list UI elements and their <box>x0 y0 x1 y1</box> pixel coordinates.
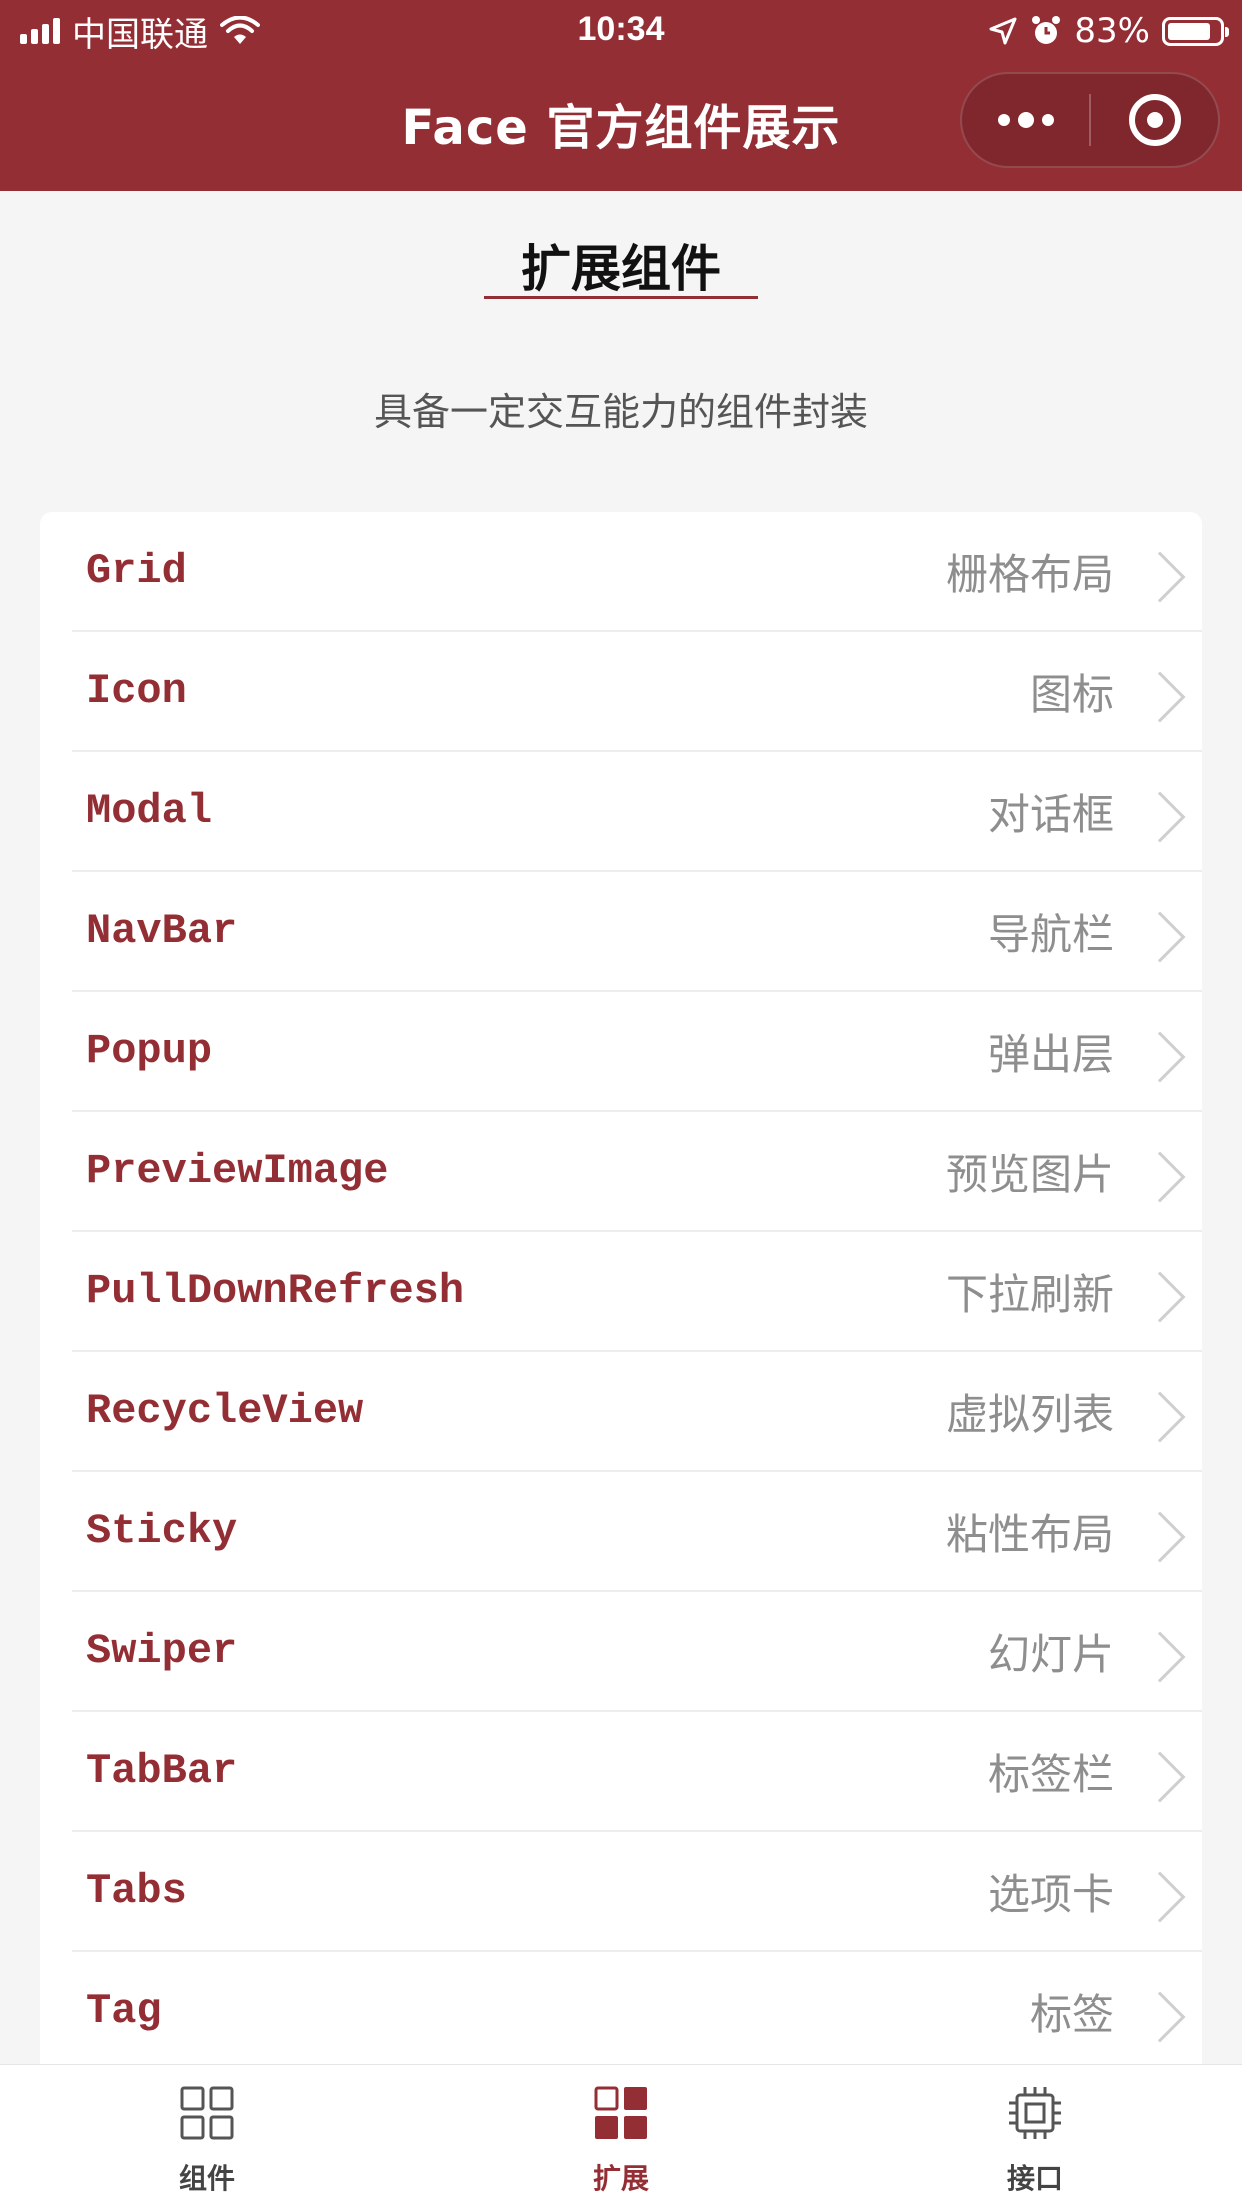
list-item-name: Sticky <box>86 1507 238 1555</box>
list-item-desc: 幻灯片 <box>987 1629 1114 1679</box>
list-item-desc: 预览图片 <box>945 1149 1114 1199</box>
chevron-right-icon <box>1134 1631 1186 1683</box>
list-item-desc: 图标 <box>1029 669 1114 719</box>
list-item-sticky[interactable]: Sticky 粘性布局 <box>72 1472 1202 1592</box>
list-item-previewimage[interactable]: PreviewImage 预览图片 <box>72 1112 1202 1232</box>
more-dots-icon <box>997 112 1054 128</box>
list-item-desc: 标签 <box>1029 1989 1114 2039</box>
tab-components[interactable]: 组件 <box>0 2065 414 2208</box>
list-item-desc: 导航栏 <box>987 909 1114 959</box>
list-item-recycleview[interactable]: RecycleView 虚拟列表 <box>72 1352 1202 1472</box>
list-item-right: 弹出层 <box>987 1021 1202 1083</box>
list-item-desc: 标签栏 <box>987 1749 1114 1799</box>
list-item-name: Tag <box>86 1987 162 2035</box>
grid-filled-icon <box>591 2083 651 2147</box>
chevron-right-icon <box>1134 1751 1186 1803</box>
list-item-right: 幻灯片 <box>987 1621 1202 1683</box>
list-item-right: 标签 <box>1029 1981 1202 2043</box>
section-underline <box>484 296 758 299</box>
chevron-right-icon <box>1134 1271 1186 1323</box>
target-icon <box>1128 94 1181 146</box>
list-item-grid[interactable]: Grid 栅格布局 <box>72 512 1202 632</box>
chevron-right-icon <box>1134 791 1186 843</box>
tab-label: 扩展 <box>592 2162 649 2195</box>
list-item-name: Grid <box>86 547 187 595</box>
chevron-right-icon <box>1134 551 1186 603</box>
list-item-desc: 弹出层 <box>987 1029 1114 1079</box>
list-item-pulldownrefresh[interactable]: PullDownRefresh 下拉刷新 <box>72 1232 1202 1352</box>
tab-label: 接口 <box>1006 2162 1063 2195</box>
list-item-desc: 下拉刷新 <box>945 1269 1114 1319</box>
list-item-right: 选项卡 <box>987 1861 1202 1923</box>
tab-bar: 组件 扩展 接口 <box>0 2064 1242 2208</box>
more-button[interactable] <box>962 74 1089 166</box>
chevron-right-icon <box>1134 911 1186 963</box>
list-item-name: RecycleView <box>86 1387 364 1435</box>
chevron-right-icon <box>1134 1151 1186 1203</box>
list-item-right: 粘性布局 <box>945 1501 1202 1563</box>
list-item-desc: 粘性布局 <box>945 1509 1114 1559</box>
list-item-desc: 栅格布局 <box>945 549 1114 599</box>
list-item-swiper[interactable]: Swiper 幻灯片 <box>72 1592 1202 1712</box>
tab-api[interactable]: 接口 <box>828 2065 1242 2208</box>
chevron-right-icon <box>1134 1031 1186 1083</box>
list-item-name: Swiper <box>86 1627 238 1675</box>
capsule-menu <box>960 72 1220 168</box>
chevron-right-icon <box>1134 1871 1186 1923</box>
status-time: 10:34 <box>577 10 665 48</box>
section-description: 具备一定交互能力的组件封装 <box>373 390 868 434</box>
list-item-right: 标签栏 <box>987 1741 1202 1803</box>
chevron-right-icon <box>1134 671 1186 723</box>
chevron-right-icon <box>1134 1511 1186 1563</box>
list-item-popup[interactable]: Popup 弹出层 <box>72 992 1202 1112</box>
list-item-navbar[interactable]: NavBar 导航栏 <box>72 872 1202 992</box>
tab-label: 组件 <box>178 2162 235 2195</box>
list-item-right: 下拉刷新 <box>945 1261 1202 1323</box>
list-item-icon[interactable]: Icon 图标 <box>72 632 1202 752</box>
app-screen: 中国联通 83% 10:34 Face 官方组件展示 扩展组件 具备一定交互能力… <box>0 0 1242 2208</box>
component-list: Grid 栅格布局 Icon 图标 Modal 对话框 NavBar 导航栏 Popup 弹出层 P… <box>40 512 1202 2112</box>
top-bar: 中国联通 83% 10:34 Face 官方组件展示 <box>0 0 1242 191</box>
list-item-name: PreviewImage <box>86 1147 389 1195</box>
list-item-tabbar[interactable]: TabBar 标签栏 <box>72 1712 1202 1832</box>
list-item-desc: 虚拟列表 <box>945 1389 1114 1439</box>
chevron-right-icon <box>1134 1391 1186 1443</box>
chip-icon <box>1005 2083 1065 2147</box>
list-item-name: Popup <box>86 1027 213 1075</box>
list-item-name: Modal <box>86 787 213 835</box>
list-item-name: NavBar <box>86 907 238 955</box>
list-item-desc: 选项卡 <box>987 1869 1114 1919</box>
list-item-tabs[interactable]: Tabs 选项卡 <box>72 1832 1202 1952</box>
close-button[interactable] <box>1091 74 1218 166</box>
section-title: 扩展组件 <box>521 240 721 298</box>
list-item-right: 预览图片 <box>945 1141 1202 1203</box>
list-item-name: Icon <box>86 667 187 715</box>
list-item-right: 栅格布局 <box>945 541 1202 603</box>
list-item-right: 对话框 <box>987 781 1202 843</box>
list-item-right: 虚拟列表 <box>945 1381 1202 1443</box>
list-item-name: PullDownRefresh <box>86 1267 465 1315</box>
list-item-name: TabBar <box>86 1747 238 1795</box>
list-item-desc: 对话框 <box>987 789 1114 839</box>
list-item-right: 导航栏 <box>987 901 1202 963</box>
list-item-modal[interactable]: Modal 对话框 <box>72 752 1202 872</box>
grid-outline-icon <box>177 2083 237 2147</box>
chevron-right-icon <box>1134 1991 1186 2043</box>
tab-extensions[interactable]: 扩展 <box>414 2065 828 2208</box>
list-item-tag[interactable]: Tag 标签 <box>72 1952 1202 2072</box>
list-item-right: 图标 <box>1029 661 1202 723</box>
page-header: 扩展组件 具备一定交互能力的组件封装 <box>0 191 1242 511</box>
list-item-name: Tabs <box>86 1867 187 1915</box>
